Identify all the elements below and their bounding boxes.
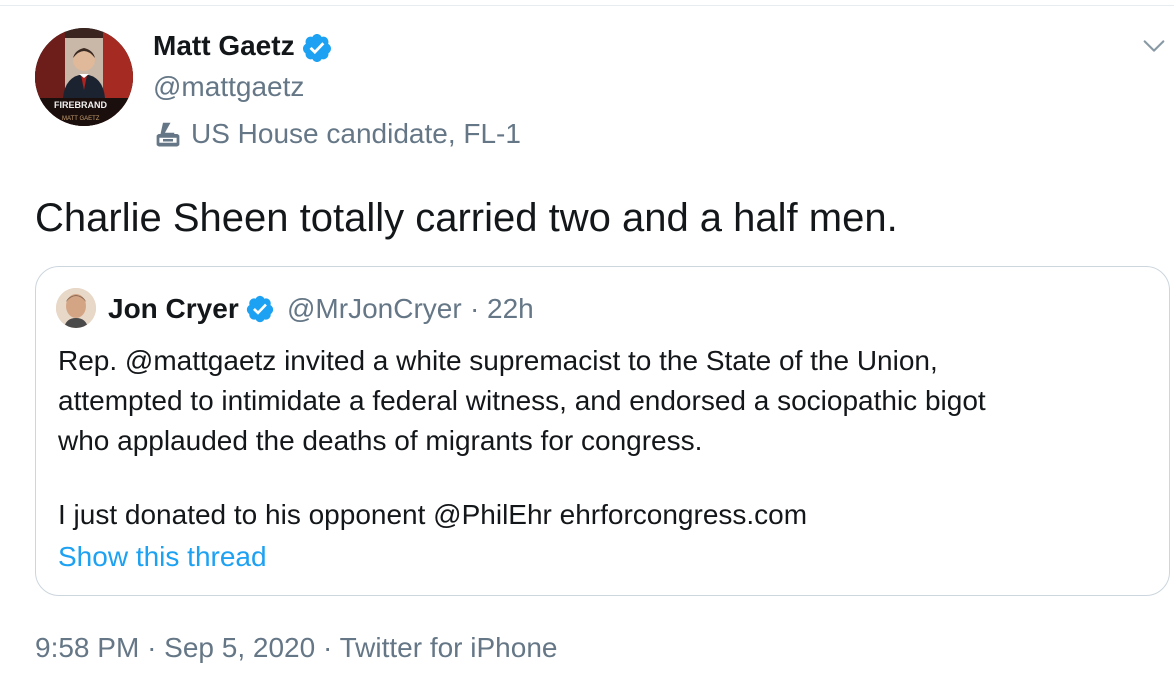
quoted-author-handle[interactable]: @MrJonCryer	[287, 291, 462, 327]
avatar-title-text: FIREBRAND	[54, 100, 107, 110]
quoted-author-avatar	[56, 288, 96, 328]
account-label: US House candidate, FL-1	[153, 116, 521, 152]
footer-separator: ·	[322, 632, 333, 663]
tweet-source-link[interactable]: Twitter for iPhone	[340, 632, 558, 663]
avatar-image: FIREBRAND MATT GAETZ	[35, 28, 133, 126]
quoted-meta-separator: ·	[470, 293, 480, 324]
quoted-text-line: who applauded the deaths of migrants for…	[58, 425, 703, 456]
verified-badge-icon	[302, 34, 331, 62]
top-divider	[0, 0, 1174, 6]
tweet-footer: 9:58 PM · Sep 5, 2020 · Twitter for iPho…	[35, 630, 557, 666]
chevron-down-icon[interactable]	[1140, 32, 1168, 60]
tweet-text: Charlie Sheen totally carried two and a …	[35, 196, 898, 240]
quoted-text-line: Rep. @mattgaetz invited a white supremac…	[58, 345, 938, 376]
author-name[interactable]: Matt Gaetz	[153, 28, 295, 64]
ballot-box-icon	[156, 122, 180, 147]
author-handle[interactable]: @mattgaetz	[153, 69, 304, 105]
verified-badge-icon	[246, 295, 274, 323]
quoted-timestamp[interactable]: 22h	[487, 291, 534, 327]
quoted-avatar-image	[56, 288, 96, 328]
show-thread-link[interactable]: Show this thread	[58, 539, 267, 575]
quoted-author-name[interactable]: Jon Cryer	[108, 291, 239, 327]
author-avatar[interactable]: FIREBRAND MATT GAETZ	[35, 28, 133, 126]
quoted-text-line: attempted to intimidate a federal witnes…	[58, 385, 986, 416]
tweet-time[interactable]: 9:58 PM	[35, 632, 139, 663]
avatar-subtitle-text: MATT GAETZ	[62, 116, 100, 122]
quoted-tweet-text: Rep. @mattgaetz invited a white supremac…	[58, 341, 1148, 535]
quoted-tweet-card[interactable]: Jon Cryer @MrJonCryer · 22h Rep. @mattga…	[35, 266, 1170, 596]
quoted-text-line: I just donated to his opponent @PhilEhr …	[58, 499, 808, 530]
footer-separator: ·	[147, 632, 157, 663]
tweet-date[interactable]: Sep 5, 2020	[164, 632, 315, 663]
account-label-text: US House candidate, FL-1	[191, 118, 521, 149]
